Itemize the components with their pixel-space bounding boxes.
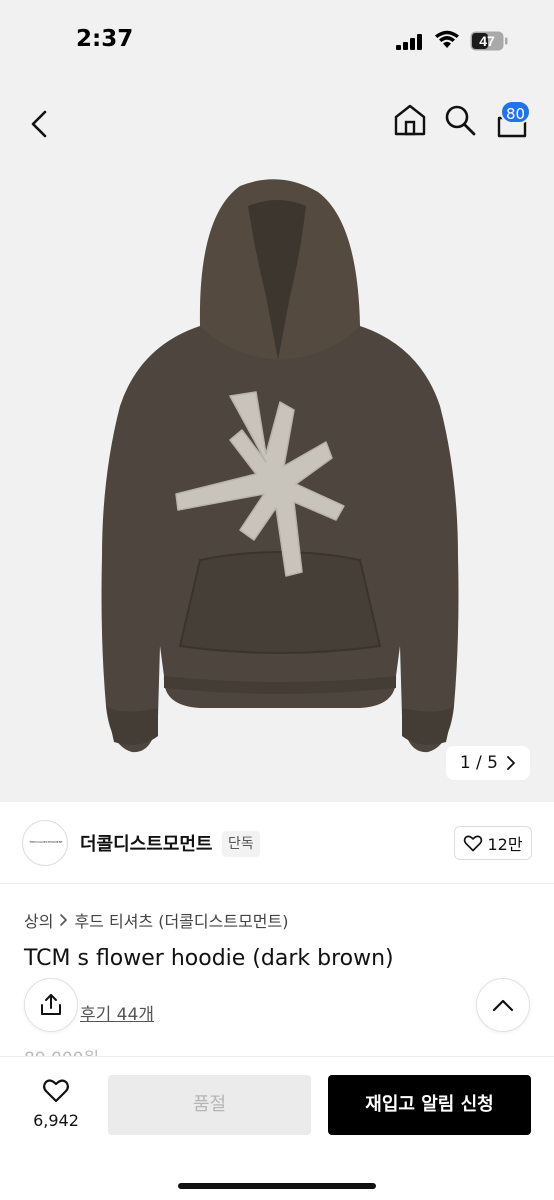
scroll-to-top-button[interactable] <box>476 978 530 1032</box>
brand-like-count: 12만 <box>487 835 523 854</box>
exclusive-badge: 단독 <box>222 831 260 857</box>
chevron-up-icon <box>492 999 514 1012</box>
share-button[interactable] <box>24 978 78 1032</box>
share-icon <box>41 994 61 1015</box>
home-icon[interactable] <box>392 102 428 138</box>
brand-logo[interactable]: THECOLDESTMOMENT <box>22 820 68 866</box>
soldout-button: 품절 <box>108 1075 311 1135</box>
brand-like-button[interactable]: 12만 <box>454 826 532 860</box>
status-bar: 2:37 47 <box>0 0 554 80</box>
back-arrow-icon[interactable] <box>22 106 58 142</box>
search-icon[interactable] <box>442 102 478 138</box>
chevron-right-icon <box>60 914 68 926</box>
cellular-signal-icon <box>396 34 422 50</box>
breadcrumb-item[interactable]: 상의 <box>24 908 53 932</box>
product-image <box>101 179 459 753</box>
price-text: 89,000원 <box>24 1044 99 1056</box>
brand-row[interactable]: THECOLDESTMOMENT 더콜디스트모먼트 단독 12만 <box>0 802 554 884</box>
brand-logo-text: THECOLDESTMOMENT <box>29 840 63 844</box>
breadcrumb: 상의 후드 티셔츠 (더콜디스트모먼트) <box>24 908 288 932</box>
heart-icon <box>43 1079 69 1103</box>
wishlist-button[interactable]: 6,942 <box>20 1077 92 1130</box>
image-pager[interactable]: 1 / 5 <box>445 746 530 780</box>
wishlist-count: 6,942 <box>33 1111 79 1130</box>
bottom-action-bar: 6,942 품절 재입고 알림 신청 <box>0 1056 554 1200</box>
wifi-icon <box>435 30 459 48</box>
cart-count-badge: 80 <box>500 100 532 124</box>
status-time: 2:37 <box>76 26 134 52</box>
brand-name[interactable]: 더콜디스트모먼트 <box>80 830 212 856</box>
product-gallery[interactable]: 80 1 / 5 <box>0 80 554 802</box>
chevron-right-icon <box>507 756 515 770</box>
battery-icon: 47 <box>470 31 508 51</box>
breadcrumb-item[interactable]: 후드 티셔츠 (더콜디스트모먼트) <box>74 908 288 932</box>
review-link[interactable]: 후기 44개 <box>80 1000 154 1025</box>
heart-icon <box>464 835 483 852</box>
battery-level: 47 <box>479 33 495 49</box>
home-indicator <box>178 1183 376 1189</box>
pager-text: 1 / 5 <box>459 753 498 773</box>
restock-alert-button[interactable]: 재입고 알림 신청 <box>328 1075 531 1135</box>
product-title: TCM s flower hoodie (dark brown) <box>24 946 394 971</box>
